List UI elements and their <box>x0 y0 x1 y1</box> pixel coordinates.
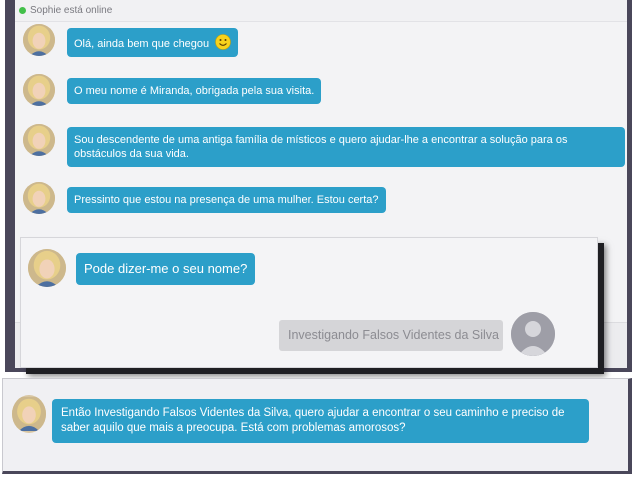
name-input[interactable]: Investigando Falsos Videntes da Silva <box>279 320 503 351</box>
name-question-message: Pode dizer-me o seu nome? <box>76 253 256 285</box>
online-status-text: Sophie está online <box>30 5 113 16</box>
advisor-avatar <box>23 124 55 156</box>
advisor-avatar <box>28 249 66 287</box>
advisor-avatar <box>23 182 55 214</box>
chat-message: Pressinto que estou na presença de uma m… <box>67 187 386 213</box>
online-status-dot <box>19 7 26 14</box>
advisor-avatar <box>23 24 55 56</box>
smiley-icon <box>215 34 231 50</box>
advisor-avatar <box>12 395 46 433</box>
chat-message: Então Investigando Falsos Videntes da Si… <box>52 399 589 443</box>
advisor-avatar <box>23 74 55 106</box>
name-prompt-card: Pode dizer-me o seu nome? Investigando F… <box>20 237 598 368</box>
user-avatar-icon <box>511 312 555 356</box>
chat-message: O meu nome é Miranda, obrigada pela sua … <box>67 78 322 104</box>
status-bar: Sophie está online <box>15 0 627 22</box>
chat-message: Olá, ainda bem que chegou <box>67 28 239 57</box>
chat-message: Sou descendente de uma antiga família de… <box>67 127 625 167</box>
chat-window-lower: Então Investigando Falsos Videntes da Si… <box>2 378 632 474</box>
